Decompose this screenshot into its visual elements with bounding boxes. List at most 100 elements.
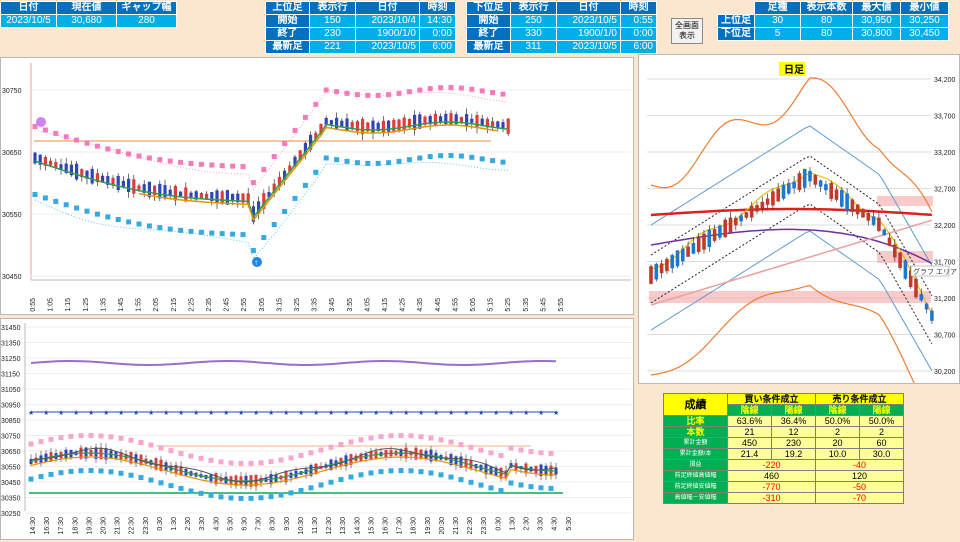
result-cell: -310 — [727, 492, 816, 504]
row-label: 比率 — [663, 415, 728, 427]
lower-band-marker — [74, 205, 80, 211]
lower-band-marker — [53, 198, 59, 204]
lower-band-marker — [282, 208, 288, 214]
sm-cell[interactable]: 30,800 — [852, 27, 901, 41]
upper-band-marker — [458, 85, 464, 91]
sub-header: 陰線 — [727, 404, 772, 416]
candle — [158, 183, 162, 199]
x-tick-label: 21:30 — [115, 517, 122, 535]
candle — [215, 190, 219, 204]
gap-width[interactable]: 280 — [116, 14, 177, 28]
candle — [475, 115, 479, 129]
lf-cell[interactable]: 250 — [510, 14, 557, 28]
current-price[interactable]: 30,680 — [56, 14, 117, 28]
upper-band-marker — [498, 453, 504, 459]
x-tick-label: 1:45 — [118, 298, 125, 312]
full-screen-button[interactable]: 全画面 表示 — [671, 18, 703, 44]
x-tick-label: 5:35 — [523, 298, 530, 312]
upper-band-marker — [167, 158, 173, 164]
sm-cell[interactable]: 80 — [800, 14, 853, 28]
lower-band-marker — [209, 230, 215, 236]
daily-chart-panel[interactable]: 日足 34,200 33,700 33,200 32,700 32,200 31,700 3… — [638, 54, 960, 423]
lf-cell[interactable]: 6:00 — [620, 40, 657, 54]
sm-cell[interactable]: 80 — [800, 27, 853, 41]
sm-cell[interactable]: 30 — [754, 14, 801, 28]
uf-cell[interactable]: 2023/10/5 — [355, 40, 420, 54]
current-date[interactable]: 2023/10/5 — [0, 14, 57, 28]
upper-band-marker — [278, 457, 284, 463]
upper-band-marker — [178, 450, 184, 456]
candle — [930, 310, 934, 321]
star-marker-icon: ★ — [73, 409, 79, 417]
uf-cell[interactable]: 0:00 — [419, 27, 456, 41]
lf-cell[interactable]: 2023/10/5 — [556, 14, 621, 28]
sm-cell[interactable]: 30,950 — [852, 14, 901, 28]
candle — [418, 114, 422, 129]
y-tick-label: 30950 — [1, 403, 21, 410]
upper-band-marker — [115, 149, 121, 155]
daily-candle-chart[interactable]: 日足 34,200 33,700 33,200 32,700 32,200 31,700 3… — [639, 55, 959, 423]
sm-cell[interactable]: 30,250 — [900, 14, 949, 28]
candle — [914, 278, 918, 298]
candle — [345, 118, 349, 132]
upper-band-marker — [417, 87, 423, 93]
upper-band-marker — [406, 89, 412, 95]
upper-band-marker — [128, 437, 134, 443]
sm-h3: 最大値 — [852, 1, 901, 15]
x-tick-label: 3:30 — [538, 517, 545, 531]
x-tick-label: 0:55 — [30, 298, 37, 312]
sm-cell[interactable]: 30,450 — [900, 27, 949, 41]
sm-h1: 足種 — [754, 1, 801, 15]
uf-cell[interactable]: 6:00 — [419, 40, 456, 54]
lf-h3: 時刻 — [620, 1, 657, 15]
upper-band-marker — [38, 439, 44, 445]
x-tick-label: 3:45 — [329, 298, 336, 312]
x-tick-label: 16:30 — [44, 517, 51, 535]
lower-chart-panel[interactable]: 31450 31350 31250 31150 31050 30950 30850 30750… — [0, 318, 634, 540]
lf-cell[interactable]: 330 — [510, 27, 557, 41]
header-current: 現在値 — [56, 1, 117, 15]
x-tick-label: 12:30 — [326, 517, 333, 535]
y-tick-label: 30550 — [2, 212, 22, 219]
candle — [776, 188, 780, 202]
candle — [744, 212, 749, 218]
star-marker-icon: ★ — [193, 409, 199, 417]
uf-cell[interactable]: 221 — [309, 40, 356, 54]
y-tick-label: 31050 — [1, 387, 21, 394]
upper-band-marker — [198, 455, 204, 461]
lower-band-marker — [128, 472, 134, 478]
lf-cell[interactable]: 1900/1/0 — [556, 27, 621, 41]
lower-candle-chart[interactable]: 31450 31350 31250 31150 31050 30950 30850 30750… — [1, 319, 633, 539]
upper-foot-table: 上位足 表示行 日付 時刻 開始 150 2023/10/4 14:30 終了 230 1900… — [265, 1, 456, 54]
candle — [749, 205, 754, 218]
lower-band-marker — [94, 211, 100, 217]
uf-cell[interactable]: 150 — [309, 14, 356, 28]
lf-cell[interactable]: 2023/10/5 — [556, 40, 621, 54]
candle — [470, 118, 474, 123]
lf-cell[interactable]: 0:00 — [620, 27, 657, 41]
lower-band-marker — [448, 474, 454, 480]
lower-band-marker — [32, 192, 38, 197]
candle — [882, 229, 886, 236]
upper-chart-panel[interactable]: 30750 30650 30550 30450 0:55 1:05 1:15 1:25 1:35… — [0, 57, 634, 315]
lower-band-marker — [118, 470, 124, 476]
x-tick-label: 23:30 — [481, 517, 488, 535]
lower-band-marker — [365, 160, 371, 166]
uf-cell[interactable]: 230 — [309, 27, 356, 41]
lf-cell[interactable]: 311 — [510, 40, 557, 54]
lf-cell[interactable]: 0:55 — [620, 14, 657, 28]
sm-cell[interactable]: 5 — [754, 27, 801, 41]
upper-band-marker — [354, 92, 360, 98]
uf-cell[interactable]: 1900/1/0 — [355, 27, 420, 41]
candle — [739, 215, 743, 222]
lower-band-marker — [338, 477, 344, 483]
candle — [506, 118, 510, 134]
sell-marker-icon — [36, 117, 46, 127]
lower-band-marker — [358, 472, 364, 478]
lower-band-marker — [157, 225, 163, 231]
uf-cell[interactable]: 2023/10/4 — [355, 14, 420, 28]
lf-label: 最新足 — [466, 40, 511, 54]
candle — [371, 120, 375, 134]
uf-cell[interactable]: 14:30 — [419, 14, 456, 28]
upper-candle-chart[interactable]: 30750 30650 30550 30450 0:55 1:05 1:15 1:25 1:35… — [1, 58, 633, 314]
